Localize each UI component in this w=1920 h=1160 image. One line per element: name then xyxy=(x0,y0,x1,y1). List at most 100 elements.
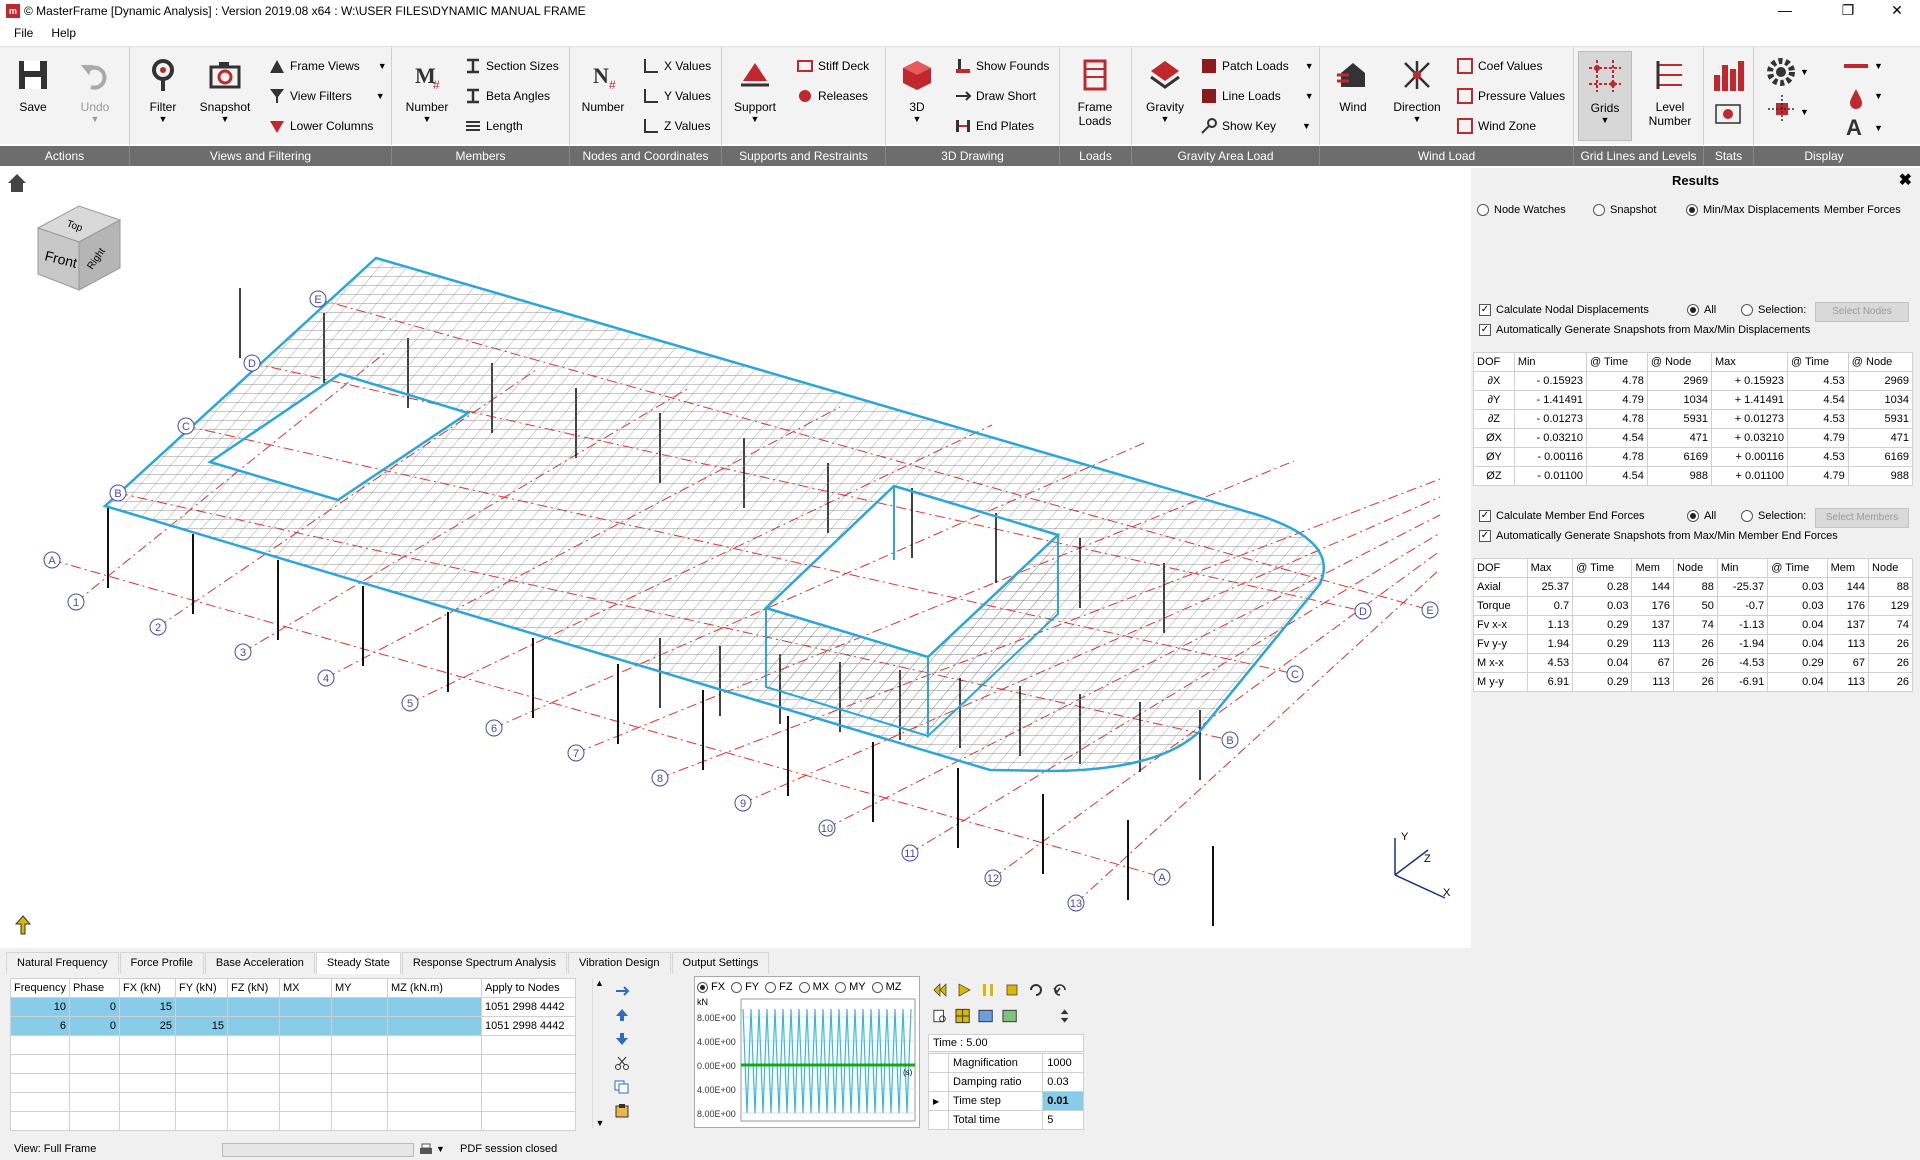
table-cell[interactable] xyxy=(330,1035,388,1055)
export-chart-icon[interactable] xyxy=(1002,1008,1017,1024)
table-cell[interactable]: 25 xyxy=(118,1016,176,1036)
table-cell[interactable]: 15 xyxy=(118,997,176,1017)
dof-radio-mx[interactable]: MX xyxy=(798,979,829,995)
node-display-icon[interactable] xyxy=(1768,95,1796,123)
table-cell[interactable]: 15 xyxy=(174,1016,228,1036)
pin-icon[interactable] xyxy=(14,914,32,936)
property-row[interactable]: Magnification 1000 xyxy=(928,1053,1084,1073)
table-cell[interactable] xyxy=(68,1054,120,1074)
paste-icon[interactable] xyxy=(614,1104,630,1118)
chevron-down-icon[interactable]: ▼ xyxy=(436,1144,445,1154)
filter-button[interactable]: Filter ▼ xyxy=(136,55,190,141)
minimize-icon[interactable]: — xyxy=(1762,0,1808,22)
direction-button[interactable]: Direction ▼ xyxy=(1386,55,1448,141)
table-cell[interactable]: 0 xyxy=(68,997,120,1017)
tab-base-acceleration[interactable]: Base Acceleration xyxy=(204,952,315,974)
color-drop-icon[interactable] xyxy=(1848,87,1864,109)
chevron-down-icon[interactable]: ▼ xyxy=(1874,61,1883,71)
dof-radio-my[interactable]: MY xyxy=(835,979,866,995)
table-row[interactable]: 6 0 25 15 1051 2998 4442 xyxy=(10,1016,576,1036)
chevron-down-icon[interactable]: ▼ xyxy=(1874,123,1883,133)
menu-file[interactable]: File xyxy=(14,26,33,40)
dof-radio-fz[interactable]: FZ xyxy=(765,979,793,995)
table-cell[interactable] xyxy=(386,1054,482,1074)
undo-button[interactable]: Undo ▼ xyxy=(68,55,122,141)
property-value[interactable]: 0.03 xyxy=(1042,1072,1084,1092)
table-cell[interactable] xyxy=(226,997,280,1017)
property-row[interactable]: ▶ Time step 0.01 xyxy=(928,1091,1084,1111)
scroll-up-icon[interactable]: ▲ xyxy=(593,978,606,988)
frame-views-button[interactable]: Frame Views ▼ xyxy=(268,55,387,77)
draw-short-button[interactable]: Draw Short xyxy=(954,85,1036,107)
table-cell[interactable] xyxy=(226,1092,280,1112)
dof-radio-fy[interactable]: FY xyxy=(731,979,759,995)
scroll-down-icon[interactable]: ▼ xyxy=(593,1118,607,1128)
select-nodes-button[interactable]: Select Nodes xyxy=(1815,302,1909,322)
table-cell[interactable] xyxy=(330,1073,388,1093)
x-values-button[interactable]: X Values xyxy=(642,55,711,77)
printer-icon[interactable] xyxy=(418,1142,434,1158)
table-cell[interactable] xyxy=(10,1073,70,1093)
table-cell[interactable] xyxy=(480,1073,576,1093)
tab-natural-frequency[interactable]: Natural Frequency xyxy=(6,952,119,974)
table-cell[interactable] xyxy=(174,1111,228,1131)
table-cell[interactable] xyxy=(480,1111,576,1131)
table-cell[interactable] xyxy=(480,1035,576,1055)
lower-columns-button[interactable]: Lower Columns xyxy=(268,115,373,137)
radio-members-all[interactable]: All xyxy=(1687,510,1716,522)
support-button[interactable]: Support ▼ xyxy=(728,55,782,141)
chevron-down-icon[interactable]: ▼ xyxy=(1874,91,1883,101)
table-cell[interactable] xyxy=(174,997,228,1017)
insert-row-icon[interactable] xyxy=(614,984,630,998)
radio-snapshot[interactable]: Snapshot xyxy=(1593,204,1656,216)
y-values-button[interactable]: Y Values xyxy=(642,85,711,107)
beta-angles-button[interactable]: Beta Angles xyxy=(464,85,550,107)
table-cell[interactable] xyxy=(118,1073,176,1093)
stats-info-icon[interactable] xyxy=(1715,104,1741,124)
rewind-icon[interactable] xyxy=(932,982,948,998)
select-members-button[interactable]: Select Members xyxy=(1815,508,1909,528)
auto-member-snapshots-checkbox[interactable]: ✓ Automatically Generate Snapshots from M… xyxy=(1479,530,1838,542)
table-cell[interactable] xyxy=(226,1016,280,1036)
auto-nodal-snapshots-checkbox[interactable]: ✓ Automatically Generate Snapshots from M… xyxy=(1479,324,1810,336)
forcing-table[interactable]: Frequency Phase FX (kN) FY (kN) FZ (kN) MX MY M… xyxy=(10,978,576,1131)
property-value[interactable]: 1000 xyxy=(1042,1053,1084,1073)
radio-min-max-displacements[interactable]: Min/Max Displacements Member Forces xyxy=(1686,204,1901,216)
level-number-button[interactable]: Level Number xyxy=(1640,55,1700,141)
stats-chart-button[interactable] xyxy=(1704,55,1752,141)
tab-force-profile[interactable]: Force Profile xyxy=(119,952,204,974)
z-values-button[interactable]: Z Values xyxy=(642,115,710,137)
line-weight-icon[interactable] xyxy=(1844,61,1868,71)
table-row[interactable] xyxy=(10,1073,576,1093)
tab-response-spectrum-analysis[interactable]: Response Spectrum Analysis xyxy=(401,952,567,974)
table-cell[interactable] xyxy=(174,1054,228,1074)
table-row[interactable] xyxy=(10,1092,576,1112)
snapshot-button[interactable]: Snapshot ▼ xyxy=(198,55,252,141)
length-button[interactable]: Length xyxy=(464,115,523,137)
table-cell[interactable] xyxy=(386,997,482,1017)
table-row[interactable] xyxy=(10,1035,576,1055)
3d-viewport[interactable]: 1 2 3 4 5 6 7 8 9 10 11 12 13 A A B B C C D D E E Y Z X Top Fr… xyxy=(0,168,1465,946)
table-cell[interactable] xyxy=(226,1054,280,1074)
reverse-icon[interactable] xyxy=(1052,982,1068,998)
table-cell[interactable] xyxy=(174,1092,228,1112)
play-icon[interactable] xyxy=(956,982,972,998)
frame-model-drawing[interactable]: 12345678910111213AABBCCDDEE Y Z X xyxy=(0,168,1465,946)
font-size-icon[interactable]: A xyxy=(1846,115,1862,141)
line-loads-button[interactable]: Line Loads ▼ xyxy=(1200,85,1314,107)
loop-icon[interactable] xyxy=(1028,982,1044,998)
dof-radio-mz[interactable]: MZ xyxy=(871,979,901,995)
member-number-button[interactable]: M # Number ▼ xyxy=(400,55,454,141)
wind-button[interactable]: Wind xyxy=(1326,55,1380,141)
table-cell[interactable] xyxy=(386,1016,482,1036)
tab-steady-state[interactable]: Steady State xyxy=(315,952,401,974)
save-button[interactable]: Save xyxy=(6,55,60,141)
spin-updown-icon[interactable] xyxy=(1057,1008,1072,1024)
node-number-button[interactable]: N # Number xyxy=(576,55,630,141)
table-cell[interactable]: 1051 2998 4442 xyxy=(480,997,576,1017)
coef-values-button[interactable]: Coef Values xyxy=(1456,55,1542,77)
chevron-down-icon[interactable]: ▼ xyxy=(1800,67,1809,77)
table-cell[interactable] xyxy=(68,1111,120,1131)
tab-vibration-design[interactable]: Vibration Design xyxy=(568,952,671,974)
radio-members-selection[interactable]: Selection: xyxy=(1741,510,1806,522)
